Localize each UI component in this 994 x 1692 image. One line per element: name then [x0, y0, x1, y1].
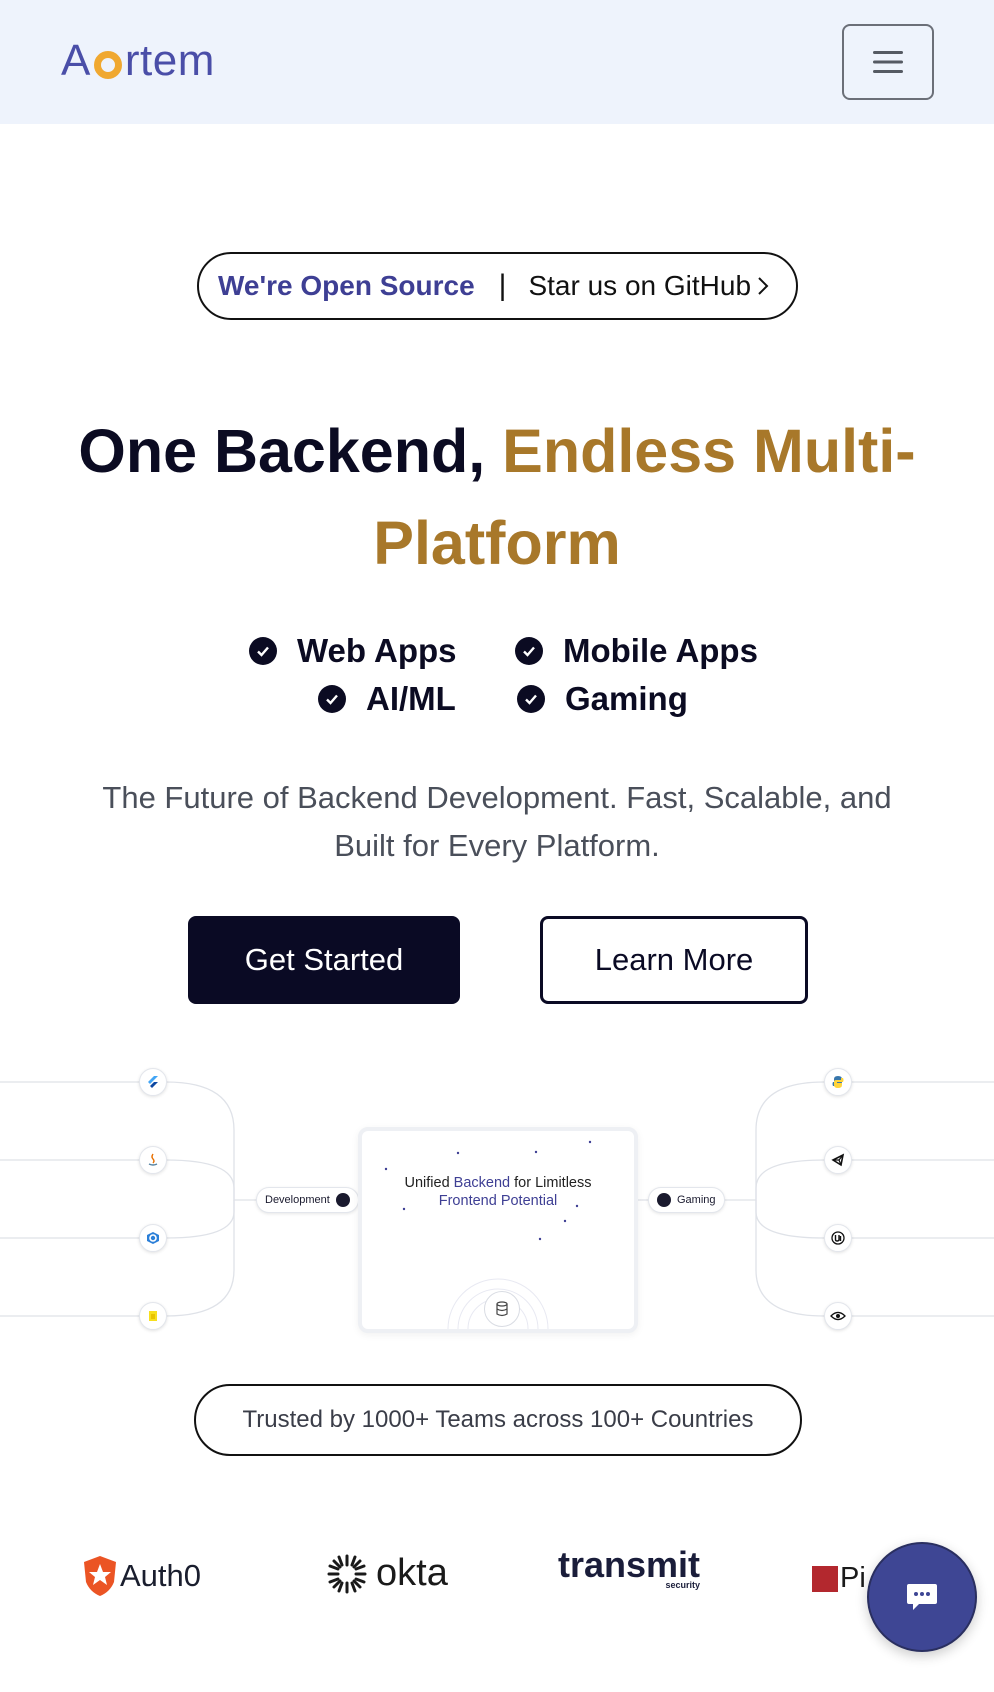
feature-label: Mobile Apps: [563, 632, 758, 669]
java-icon: [139, 1146, 167, 1174]
hamburger-menu-button[interactable]: [842, 24, 934, 100]
logo-letter-a: A: [61, 36, 91, 85]
okta-sunburst-icon: [327, 1554, 367, 1593]
python-icon: [824, 1068, 852, 1096]
pi-square-icon: [812, 1565, 838, 1592]
card-title-part: Unified: [404, 1175, 454, 1191]
card-title-line-1: Unified Backend for Limitless: [362, 1175, 634, 1191]
chat-widget-button[interactable]: [867, 1542, 977, 1652]
check-circle-icon: [318, 685, 346, 713]
check-circle-icon: [515, 637, 543, 665]
feature-label: Web Apps: [297, 632, 457, 669]
transmit-sub-text: security: [665, 1580, 701, 1590]
gaming-chip: Gaming: [648, 1187, 725, 1213]
unified-backend-card: Unified Backend for Limitless Frontend P…: [358, 1127, 638, 1333]
banner-separator: |: [498, 269, 507, 302]
flutter-icon: [139, 1068, 167, 1096]
aortem-logo[interactable]: A rtem: [61, 36, 215, 86]
auth0-text: Auth0: [120, 1558, 202, 1593]
open-source-label: We're Open Source: [218, 270, 475, 301]
logo-ring-icon: [93, 51, 122, 79]
github-star-banner[interactable]: We're Open Source | Star us on GitHub: [197, 252, 798, 320]
headline-dark: One Backend,: [78, 417, 503, 485]
hero-subtitle: The Future of Backend Development. Fast,…: [60, 774, 934, 870]
card-title-highlight: Backend: [453, 1175, 511, 1191]
headline-gold-1: Endless Multi-: [502, 417, 916, 485]
card-title-part: for Limitless: [510, 1175, 592, 1191]
pi-logo: Pi: [812, 1562, 866, 1595]
top-navbar: A rtem: [0, 0, 994, 124]
check-circle-icon: [517, 685, 545, 713]
feature-item: Gaming: [517, 680, 688, 718]
feature-item: AI/ML: [318, 680, 456, 718]
okta-logo: okta: [326, 1552, 448, 1595]
chat-bubble-icon: [907, 1584, 937, 1610]
star-github-link[interactable]: Star us on GitHub: [528, 270, 751, 302]
check-circle-icon: [249, 637, 277, 665]
gaming-label: Gaming: [677, 1194, 716, 1206]
learn-more-button[interactable]: Learn More: [540, 916, 808, 1004]
auth0-shield-icon: [84, 1556, 116, 1596]
hero-headline: One Backend, Endless Multi- Platform: [0, 405, 994, 589]
unreal-icon: [824, 1224, 852, 1252]
card-title-line-2: Frontend Potential: [438, 1193, 558, 1209]
feature-item: Mobile Apps: [515, 632, 758, 670]
development-dot-icon: [335, 1193, 350, 1207]
development-chip: Development: [256, 1187, 359, 1213]
okta-text: okta: [376, 1552, 448, 1594]
unity-icon: [824, 1146, 852, 1174]
subtitle-line-1: The Future of Backend Development. Fast,…: [102, 780, 892, 815]
feature-label: Gaming: [565, 680, 688, 717]
auth0-logo: Auth0: [80, 1554, 201, 1598]
feature-label: AI/ML: [366, 680, 456, 717]
development-label: Development: [265, 1194, 330, 1206]
gaming-dot-icon: [657, 1193, 671, 1207]
chevron-right-icon: [757, 276, 769, 296]
platform-diagram: Development Unified Backend for Limitles…: [0, 1060, 994, 1340]
javascript-icon: [139, 1302, 167, 1330]
transmit-security-logo: transmit security: [558, 1544, 700, 1590]
csharp-icon: [139, 1224, 167, 1252]
get-started-button[interactable]: Get Started: [188, 916, 460, 1004]
feature-item: Web Apps: [249, 632, 457, 670]
database-icon: [484, 1291, 520, 1327]
customer-logos: Auth0 okta transmit security Pi: [0, 1544, 994, 1624]
godot-icon: [824, 1302, 852, 1330]
pi-text: Pi: [840, 1562, 866, 1594]
logo-text: rtem: [124, 36, 215, 85]
headline-gold-2: Platform: [373, 509, 621, 577]
trusted-by-badge: Trusted by 1000+ Teams across 100+ Count…: [194, 1384, 802, 1456]
subtitle-line-2: Built for Every Platform.: [334, 828, 660, 863]
hamburger-menu-icon: [873, 51, 903, 73]
